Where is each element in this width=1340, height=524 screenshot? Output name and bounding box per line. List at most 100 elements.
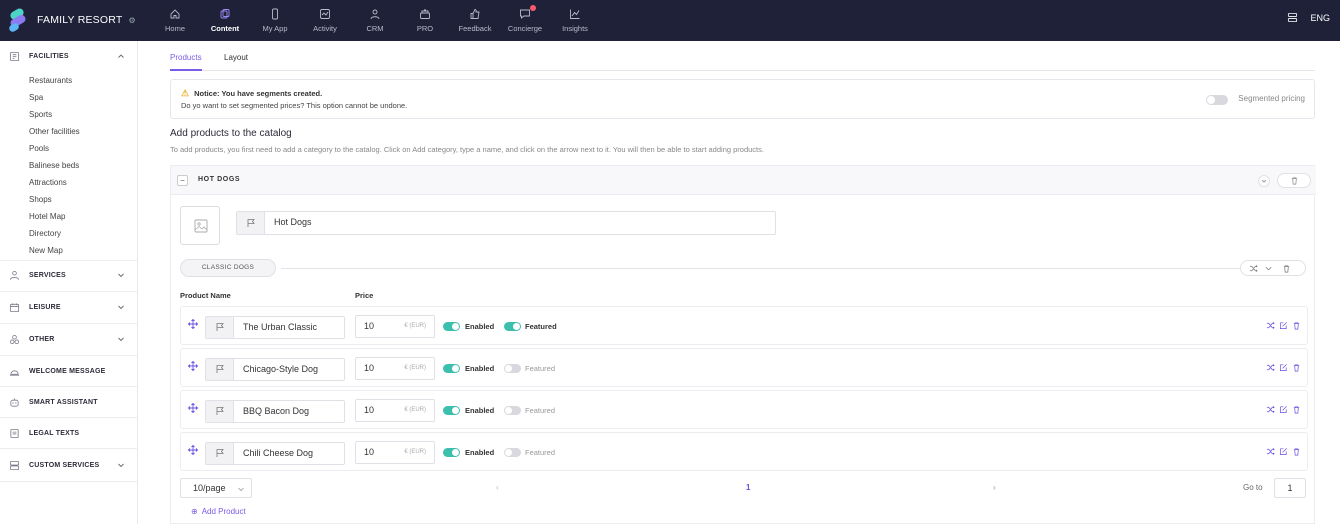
nav-pro[interactable]: PRO bbox=[400, 0, 450, 41]
drag-handle-icon[interactable] bbox=[188, 445, 198, 455]
sidebar-section-label: LEISURE bbox=[29, 303, 61, 311]
page-size-select[interactable]: 10/page bbox=[180, 478, 252, 498]
nav-content[interactable]: Content bbox=[200, 0, 250, 41]
brand-settings-icon[interactable]: ⚙ bbox=[128, 16, 135, 25]
enabled-toggle[interactable] bbox=[443, 448, 460, 457]
sidebar-item-shops[interactable]: Shops bbox=[29, 195, 52, 204]
sidebar-item-pools[interactable]: Pools bbox=[29, 144, 49, 153]
sidebar-section-smart-assistant[interactable]: SMART ASSISTANT bbox=[0, 390, 138, 414]
nav-label: Concierge bbox=[507, 24, 543, 33]
language-flag-button[interactable] bbox=[206, 317, 234, 338]
sidebar-item-directory[interactable]: Directory bbox=[29, 229, 61, 238]
sidebar-section-welcome-message[interactable]: WELCOME MESSAGE bbox=[0, 359, 138, 383]
sidebar-section-services[interactable]: SERVICES bbox=[0, 263, 138, 287]
shuffle-icon[interactable] bbox=[1266, 321, 1275, 330]
nav-my-app[interactable]: My App bbox=[250, 0, 300, 41]
language-selector[interactable]: ENG bbox=[1310, 13, 1330, 23]
category-expand-button[interactable] bbox=[1258, 175, 1270, 187]
trash-icon[interactable] bbox=[1292, 363, 1301, 372]
chevron-down-icon[interactable] bbox=[1264, 264, 1273, 273]
featured-toggle[interactable] bbox=[504, 364, 521, 373]
sidebar-section-facilities[interactable]: FACILITIES bbox=[0, 44, 138, 68]
price-input[interactable]: 10 € (EUR) bbox=[355, 441, 435, 464]
enabled-toggle[interactable] bbox=[443, 406, 460, 415]
product-name-input[interactable]: BBQ Bacon Dog bbox=[205, 400, 345, 423]
category-name-input[interactable]: Hot Dogs bbox=[236, 211, 776, 235]
category-image-upload[interactable] bbox=[180, 206, 220, 245]
drag-handle-icon[interactable] bbox=[188, 361, 198, 371]
goto-page-input[interactable]: 1 bbox=[1274, 478, 1306, 498]
trash-icon[interactable] bbox=[1292, 405, 1301, 414]
enabled-toggle[interactable] bbox=[443, 364, 460, 373]
sidebar-item-attractions[interactable]: Attractions bbox=[29, 178, 67, 187]
drag-handle-icon[interactable] bbox=[188, 319, 198, 329]
sidebar-divider bbox=[0, 481, 138, 482]
custom-icon bbox=[9, 460, 20, 470]
segmented-pricing-label: Segmented pricing bbox=[1238, 94, 1305, 103]
nav-activity[interactable]: Activity bbox=[300, 0, 350, 41]
trash-icon[interactable] bbox=[1292, 447, 1301, 456]
product-name-input[interactable]: Chili Cheese Dog bbox=[205, 442, 345, 465]
sidebar-item-other-facilities[interactable]: Other facilities bbox=[29, 127, 80, 136]
shuffle-icon[interactable] bbox=[1266, 447, 1275, 456]
sidebar-section-leisure[interactable]: LEISURE bbox=[0, 295, 138, 319]
trash-icon[interactable] bbox=[1282, 264, 1291, 273]
shuffle-icon[interactable] bbox=[1249, 264, 1258, 273]
nav-insights[interactable]: Insights bbox=[550, 0, 600, 41]
chevron-down-icon bbox=[118, 337, 124, 342]
sidebar-section-other[interactable]: OTHER bbox=[0, 327, 138, 351]
pagination: 10/page ‹ 1 › Go to 1 bbox=[180, 478, 1308, 500]
trash-icon[interactable] bbox=[1292, 321, 1301, 330]
sidebar-item-hotel-map[interactable]: Hotel Map bbox=[29, 212, 65, 221]
language-flag-button[interactable] bbox=[206, 443, 234, 464]
content-icon bbox=[220, 9, 230, 19]
segmented-pricing-toggle[interactable] bbox=[1206, 95, 1228, 105]
edit-icon[interactable] bbox=[1279, 363, 1288, 372]
edit-icon[interactable] bbox=[1279, 405, 1288, 414]
sidebar-section-custom-services[interactable]: CUSTOM SERVICES bbox=[0, 453, 138, 477]
subcategory-pill[interactable]: CLASSIC DOGS bbox=[180, 259, 276, 277]
brand[interactable]: FAMILY RESORT ⚙ bbox=[7, 6, 136, 34]
add-product-button[interactable]: ⊕ Add Product bbox=[191, 507, 246, 516]
next-page-button[interactable]: › bbox=[993, 483, 996, 492]
category-delete-button[interactable] bbox=[1277, 173, 1311, 188]
edit-icon[interactable] bbox=[1279, 321, 1288, 330]
column-header-price: Price bbox=[355, 291, 374, 300]
product-name-input[interactable]: The Urban Classic bbox=[205, 316, 345, 339]
sidebar-section-legal-texts[interactable]: LEGAL TEXTS bbox=[0, 421, 138, 445]
language-flag-button[interactable] bbox=[206, 359, 234, 380]
nav-label: Activity bbox=[313, 24, 337, 33]
nav-home[interactable]: Home bbox=[150, 0, 200, 41]
featured-toggle[interactable] bbox=[504, 448, 521, 457]
sidebar-item-sports[interactable]: Sports bbox=[29, 110, 52, 119]
sidebar-item-restaurants[interactable]: Restaurants bbox=[29, 76, 72, 85]
enabled-toggle[interactable] bbox=[443, 322, 460, 331]
nav-crm[interactable]: CRM bbox=[350, 0, 400, 41]
price-input[interactable]: 10 € (EUR) bbox=[355, 357, 435, 380]
featured-toggle[interactable] bbox=[504, 322, 521, 331]
tab-layout[interactable]: Layout bbox=[224, 53, 248, 62]
sidebar-item-spa[interactable]: Spa bbox=[29, 93, 43, 102]
tab-products[interactable]: Products bbox=[170, 53, 202, 62]
language-flag-button[interactable] bbox=[237, 212, 265, 234]
featured-toggle[interactable] bbox=[504, 406, 521, 415]
nav-concierge[interactable]: Concierge bbox=[500, 0, 550, 41]
language-flag-button[interactable] bbox=[206, 401, 234, 422]
price-input[interactable]: 10 € (EUR) bbox=[355, 399, 435, 422]
page-number-current[interactable]: 1 bbox=[746, 483, 750, 492]
shuffle-icon[interactable] bbox=[1266, 405, 1275, 414]
settings-icon[interactable] bbox=[1287, 12, 1298, 23]
sidebar-item-new-map[interactable]: New Map bbox=[29, 246, 63, 255]
collapse-button[interactable]: − bbox=[177, 175, 188, 186]
drag-handle-icon[interactable] bbox=[188, 403, 198, 413]
row-actions bbox=[1266, 363, 1306, 375]
shuffle-icon[interactable] bbox=[1266, 363, 1275, 372]
sidebar-item-balinese-beds[interactable]: Balinese beds bbox=[29, 161, 79, 170]
price-input[interactable]: 10 € (EUR) bbox=[355, 315, 435, 338]
product-name-input[interactable]: Chicago-Style Dog bbox=[205, 358, 345, 381]
edit-icon[interactable] bbox=[1279, 447, 1288, 456]
tab-bar: Products Layout bbox=[170, 53, 1315, 71]
nav-feedback[interactable]: Feedback bbox=[450, 0, 500, 41]
prev-page-button[interactable]: ‹ bbox=[496, 483, 499, 492]
home-icon bbox=[170, 9, 180, 19]
